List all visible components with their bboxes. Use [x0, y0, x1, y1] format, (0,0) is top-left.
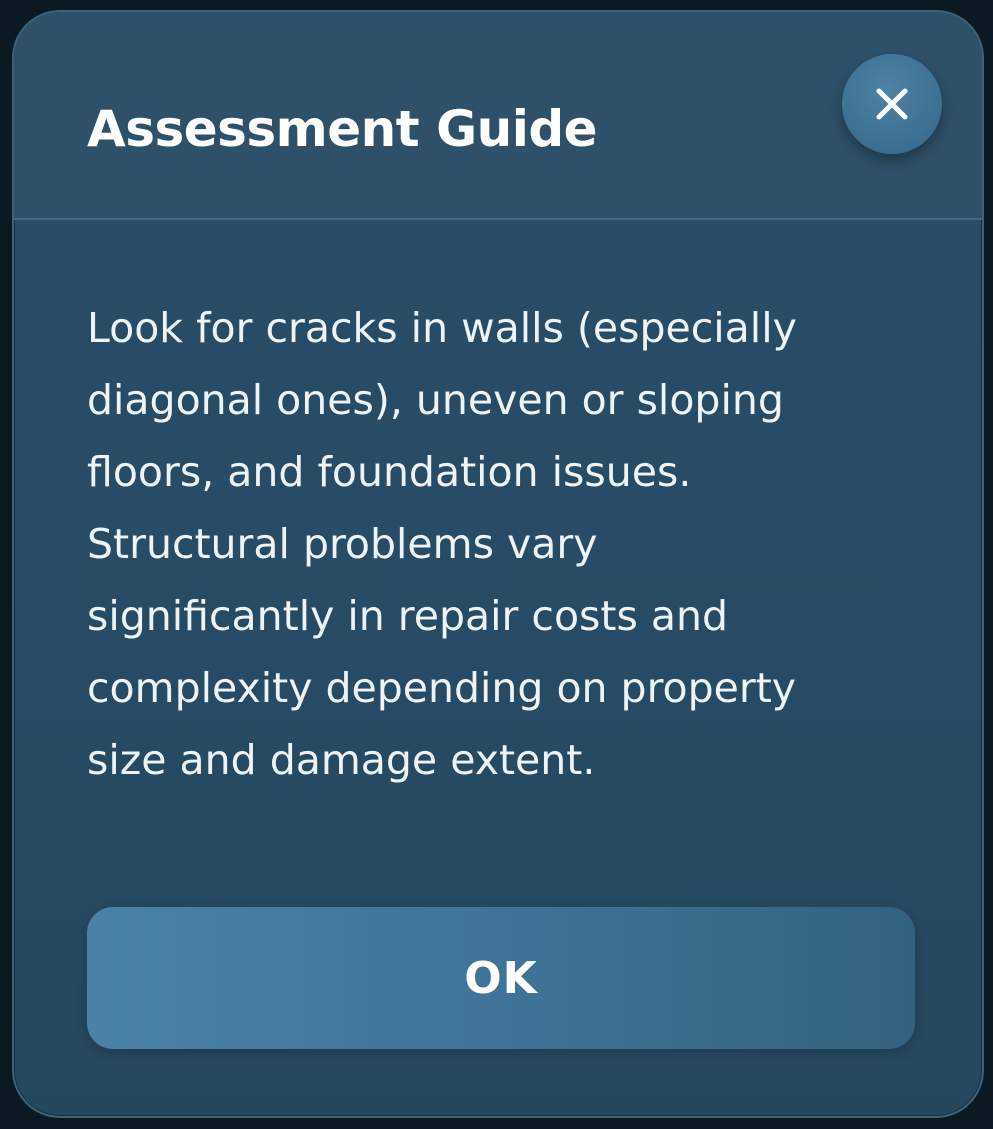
message-line: size and damage extent.	[87, 736, 596, 784]
assessment-guide-dialog: Assessment Guide Look for cracks in wall…	[12, 10, 984, 1118]
message-line: floors, and foundation issues.	[87, 448, 692, 496]
message-line: Look for cracks in walls (especially	[87, 304, 797, 352]
dialog-message: Look for cracks in walls (especially dia…	[87, 292, 887, 796]
message-line: Structural problems vary	[87, 520, 598, 568]
message-line: diagonal ones), uneven or sloping	[87, 376, 784, 424]
close-button[interactable]	[842, 54, 942, 154]
dialog-title: Assessment Guide	[87, 100, 598, 158]
ok-button[interactable]: OK	[87, 907, 915, 1049]
ok-button-label: OK	[464, 952, 538, 1004]
dialog-header: Assessment Guide	[14, 12, 982, 220]
message-line: complexity depending on property	[87, 664, 797, 712]
close-icon	[876, 88, 908, 120]
message-line: significantly in repair costs and	[87, 592, 729, 640]
